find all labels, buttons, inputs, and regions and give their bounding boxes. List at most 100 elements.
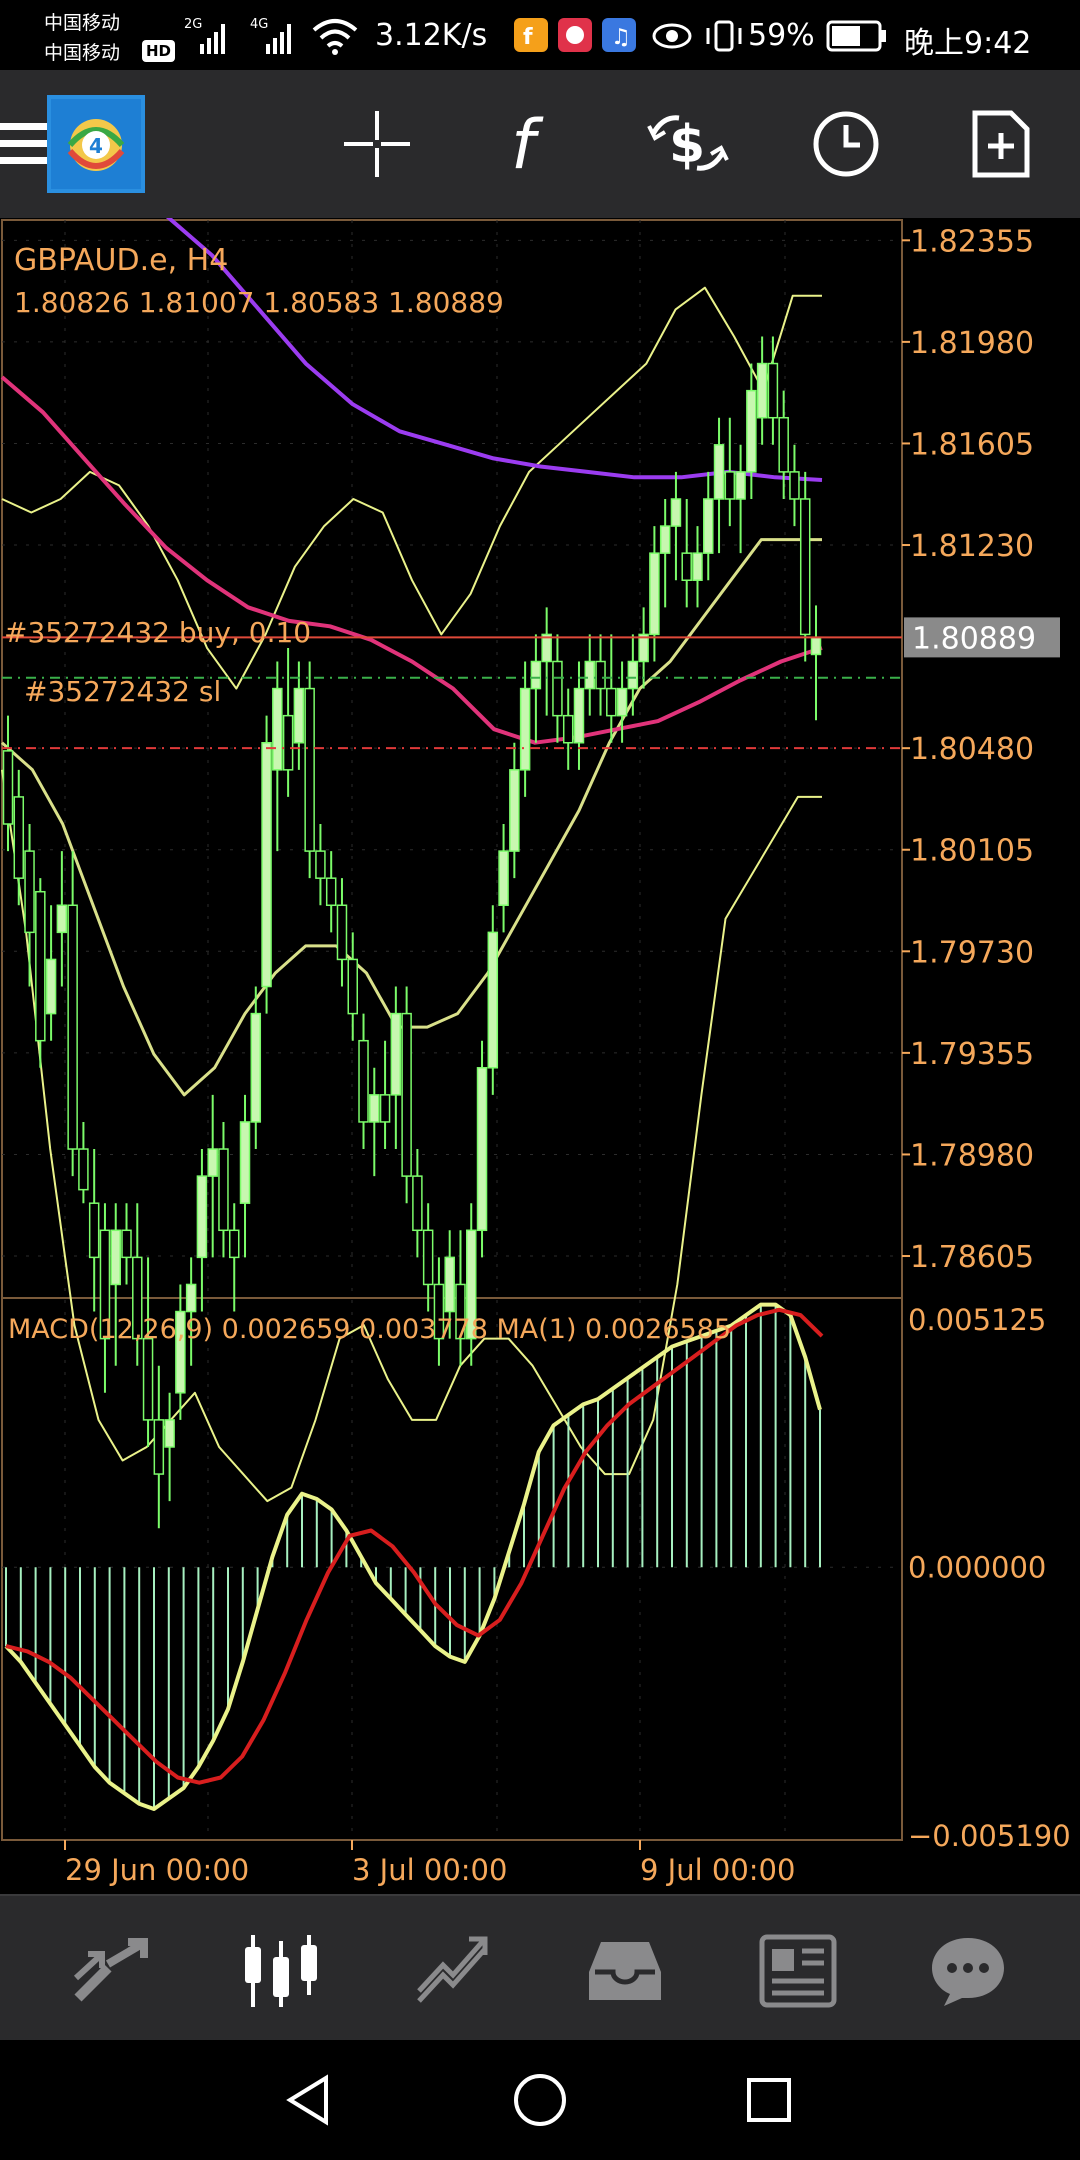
symbol-title: GBPAUD.e, H4 (14, 243, 228, 278)
crosshair-button[interactable] (327, 94, 427, 194)
price-label: 1.80105 (910, 834, 1034, 869)
candle-body (56, 904, 68, 934)
status-bar: 中国移动 中国移动 HD 2G 4G 3.12K/s f ♫ 59% 晚上9:4… (0, 0, 1080, 70)
candle-body (293, 687, 305, 744)
clock: 晚上9:42 (904, 26, 1032, 61)
nav-trade[interactable] (398, 1916, 508, 2026)
price-label: 1.80480 (910, 732, 1034, 767)
timeframe-clock-icon (813, 111, 879, 177)
candle-body (78, 1148, 89, 1191)
svg-text:4: 4 (89, 134, 103, 158)
trade-button[interactable]: $ (638, 94, 738, 194)
candle-body (616, 687, 628, 717)
price-label: 1.78605 (910, 1240, 1034, 1275)
notification-icons: f ♫ (514, 18, 636, 52)
timeframe-button[interactable] (796, 94, 896, 194)
price-label: 1.78980 (910, 1138, 1034, 1173)
candle-body (358, 1039, 369, 1123)
order-label: #35272432 buy, 0.10 (4, 616, 311, 649)
candle-body (207, 1148, 218, 1177)
candle-body (121, 1229, 132, 1259)
candle-body (228, 1229, 240, 1259)
candle-body (315, 850, 326, 879)
macd-panel (4, 1302, 824, 1811)
carrier-1: 中国移动 (44, 12, 121, 34)
nav-history[interactable] (570, 1916, 680, 2026)
macd-axis-label: −0.005190 (908, 1819, 1071, 1853)
candle-body (756, 362, 768, 419)
candle-body (584, 660, 596, 690)
indicators-button[interactable]: f (482, 94, 582, 194)
nav-news[interactable] (743, 1916, 853, 2026)
candle-body (164, 1419, 175, 1448)
home-icon (514, 2074, 566, 2126)
home-button[interactable] (500, 2060, 580, 2140)
indicator-f-icon: f (511, 106, 544, 184)
new-order-icon (972, 110, 1030, 178)
candle-body (261, 741, 272, 988)
network-speed: 3.12K/s (375, 18, 488, 53)
candle-body (681, 552, 692, 581)
price-label: 1.79730 (910, 935, 1034, 970)
candle-body (573, 687, 585, 744)
candle-body (509, 769, 520, 852)
candle-body (325, 877, 337, 907)
candle-body (552, 660, 563, 717)
chart-area[interactable]: GBPAUD.e, H4 1.80826 1.81007 1.80583 1.8… (0, 213, 1080, 1894)
recents-icon (747, 2078, 791, 2122)
price-label: 1.82355 (910, 224, 1034, 259)
news-icon (759, 1934, 837, 2008)
candle-body (724, 471, 736, 500)
candle-body (336, 904, 348, 961)
candle-body (692, 552, 703, 581)
nav-chat[interactable] (913, 1916, 1023, 2026)
candle-body (412, 1175, 423, 1232)
candle-body (746, 389, 757, 473)
new-order-button[interactable] (951, 94, 1051, 194)
history-icon (589, 1942, 661, 2000)
candle-body (810, 636, 822, 656)
candle-body (444, 1256, 455, 1313)
carrier-2: 中国移动 (44, 42, 121, 64)
candle-body (401, 1012, 412, 1177)
candle-body (142, 1337, 154, 1421)
candle-body (767, 362, 779, 419)
candle-body (735, 471, 746, 500)
app-logo[interactable]: 4 (46, 94, 146, 194)
candle-body (606, 687, 617, 717)
candle-body (45, 958, 57, 1015)
price-chart[interactable]: GBPAUD.e, H4 1.80826 1.81007 1.80583 1.8… (0, 213, 1080, 1894)
candle-body (304, 687, 315, 852)
candle-body (369, 1094, 380, 1123)
price-label: 1.81230 (910, 529, 1034, 564)
candle-body (35, 890, 46, 1042)
candle-body (703, 498, 714, 554)
time-label: 29 Jun 00:00 (65, 1853, 249, 1887)
current-price-label: 1.80889 (912, 621, 1036, 656)
candle-body (422, 1229, 434, 1286)
svg-text:f: f (511, 106, 544, 184)
macd-title: MACD(12,26,9) 0.002659 0.003778 MA(1) 0.… (8, 1314, 731, 1345)
chart-grid (1, 219, 903, 1841)
candle-body (713, 444, 725, 500)
system-nav-bar (0, 2040, 1080, 2160)
candle-body (562, 714, 574, 744)
candle-body (218, 1148, 229, 1232)
candle-body (282, 714, 294, 771)
recents-button[interactable] (729, 2060, 809, 2140)
hd-badge: HD (142, 40, 176, 62)
nav-quotes[interactable] (55, 1916, 165, 2026)
candle-body (379, 1094, 391, 1123)
price-label: 1.79355 (910, 1037, 1034, 1072)
candle-body (153, 1419, 165, 1475)
candle-body (88, 1202, 100, 1259)
candle-body (530, 660, 542, 690)
candle-body (487, 931, 499, 1069)
bollinger-lower (1, 769, 822, 1503)
candle-body (670, 498, 682, 527)
back-button[interactable] (270, 2060, 350, 2140)
candle-body (799, 498, 811, 636)
candle-body (595, 660, 606, 690)
price-label: 1.81980 (910, 326, 1034, 361)
nav-chart[interactable] (226, 1916, 336, 2026)
